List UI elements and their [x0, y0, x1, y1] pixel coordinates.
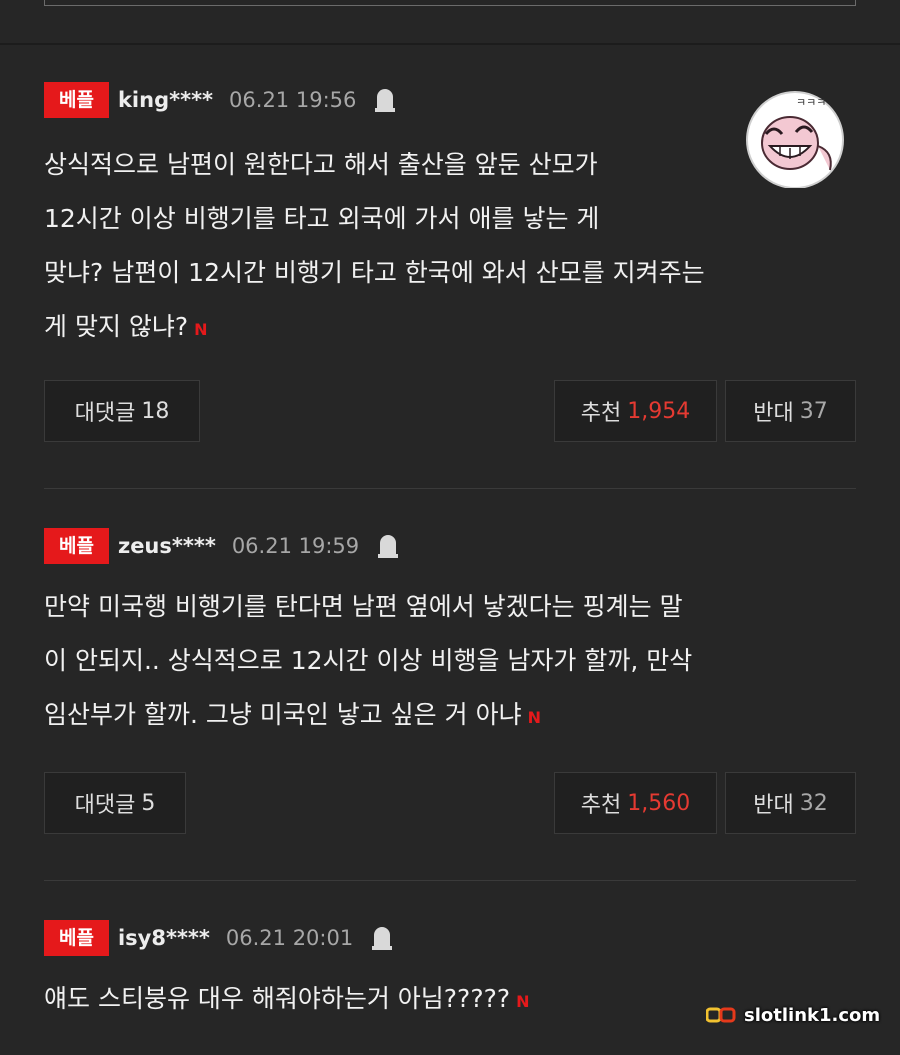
dislike-label: 반대 [753, 401, 794, 426]
username[interactable]: isy8**** [118, 926, 210, 950]
best-badge: 베플 [44, 82, 109, 118]
comment-line: 게 맞지 않냐? [44, 312, 189, 341]
comment-header: 베플 king**** 06.21 19:56 [44, 82, 398, 118]
comment-header: 베플 zeus**** 06.21 19:59 [44, 528, 401, 564]
comment-line-last: 임산부가 할까. 그냥 미국인 낳고 싶은 거 아냐 N [44, 688, 692, 745]
reply-button[interactable]: 대댓글 18 [44, 380, 200, 442]
top-separator [0, 43, 900, 45]
comment-line: 상식적으로 남편이 원한다고 해서 출산을 앞둔 산모가 [44, 150, 598, 179]
like-button[interactable]: 추천 1,954 [554, 380, 717, 442]
like-label: 추천 [580, 793, 622, 818]
timestamp: 06.21 19:56 [229, 88, 357, 112]
like-count: 1,560 [627, 790, 691, 816]
new-mark-icon: N [194, 320, 208, 339]
timestamp: 06.21 19:59 [231, 534, 360, 558]
like-button[interactable]: 추천 1,560 [554, 772, 717, 834]
reply-count: 18 [141, 398, 170, 424]
like-label: 추천 [580, 401, 622, 426]
ghost-icon[interactable] [375, 532, 401, 560]
username[interactable]: zeus**** [118, 534, 216, 558]
watermark: slotlink1.com [706, 1000, 880, 1030]
avatar-caption: ㅋㅋㅋ [796, 96, 826, 109]
reply-count: 5 [141, 790, 156, 816]
reply-label: 대댓글 [74, 793, 136, 818]
like-count: 1,954 [627, 398, 691, 424]
dislike-button[interactable]: 반대 37 [725, 380, 856, 442]
comment-line-last: 얘도 스티붕유 대우 해줘야하는거 아님????? N [44, 972, 530, 1029]
timestamp: 06.21 20:01 [225, 926, 354, 950]
comment-line: 12시간 이상 비행기를 타고 외국에 가서 애를 낳는 게 [44, 204, 600, 233]
best-badge: 베플 [44, 528, 109, 564]
comment-line: 얘도 스티붕유 대우 해줘야하는거 아님????? [44, 984, 511, 1013]
best-badge: 베플 [44, 920, 109, 956]
top-box-edge [44, 0, 856, 6]
username[interactable]: king**** [118, 88, 213, 112]
dislike-count: 37 [799, 398, 828, 424]
ghost-icon[interactable] [369, 924, 395, 952]
comment-body: 만약 미국행 비행기를 탄다면 남편 옆에서 낳겠다는 핑계는 말 이 안되지.… [44, 580, 692, 745]
reply-label: 대댓글 [74, 401, 136, 426]
reply-button[interactable]: 대댓글 5 [44, 772, 186, 834]
new-mark-icon: N [516, 992, 530, 1011]
comment-line: 이 안되지.. 상식적으로 12시간 이상 비행을 남자가 할까, 만삭 [44, 646, 693, 675]
comment-header: 베플 isy8**** 06.21 20:01 [44, 920, 395, 956]
dislike-button[interactable]: 반대 32 [725, 772, 856, 834]
comment-separator [44, 488, 856, 489]
comment-body: 상식적으로 남편이 원한다고 해서 출산을 앞둔 산모가 12시간 이상 비행기… [44, 138, 705, 357]
comment-line: 임산부가 할까. 그냥 미국인 낳고 싶은 거 아냐 [44, 700, 522, 729]
laughing-face-icon[interactable]: ㅋㅋㅋ [744, 88, 846, 188]
new-mark-icon: N [527, 708, 541, 727]
link-logo-icon [706, 1007, 736, 1023]
comment-line-last: 게 맞지 않냐? N [44, 300, 705, 357]
comment-line: 만약 미국행 비행기를 탄다면 남편 옆에서 낳겠다는 핑계는 말 [44, 592, 683, 621]
comment-line: 맞냐? 남편이 12시간 비행기 타고 한국에 와서 산모를 지켜주는 [44, 258, 705, 287]
comment-body: 얘도 스티붕유 대우 해줘야하는거 아님????? N [44, 972, 530, 1029]
dislike-count: 32 [799, 790, 828, 816]
comment-separator [44, 880, 856, 881]
watermark-text: slotlink1.com [744, 1004, 881, 1026]
dislike-label: 반대 [753, 793, 794, 818]
ghost-icon[interactable] [372, 86, 398, 114]
